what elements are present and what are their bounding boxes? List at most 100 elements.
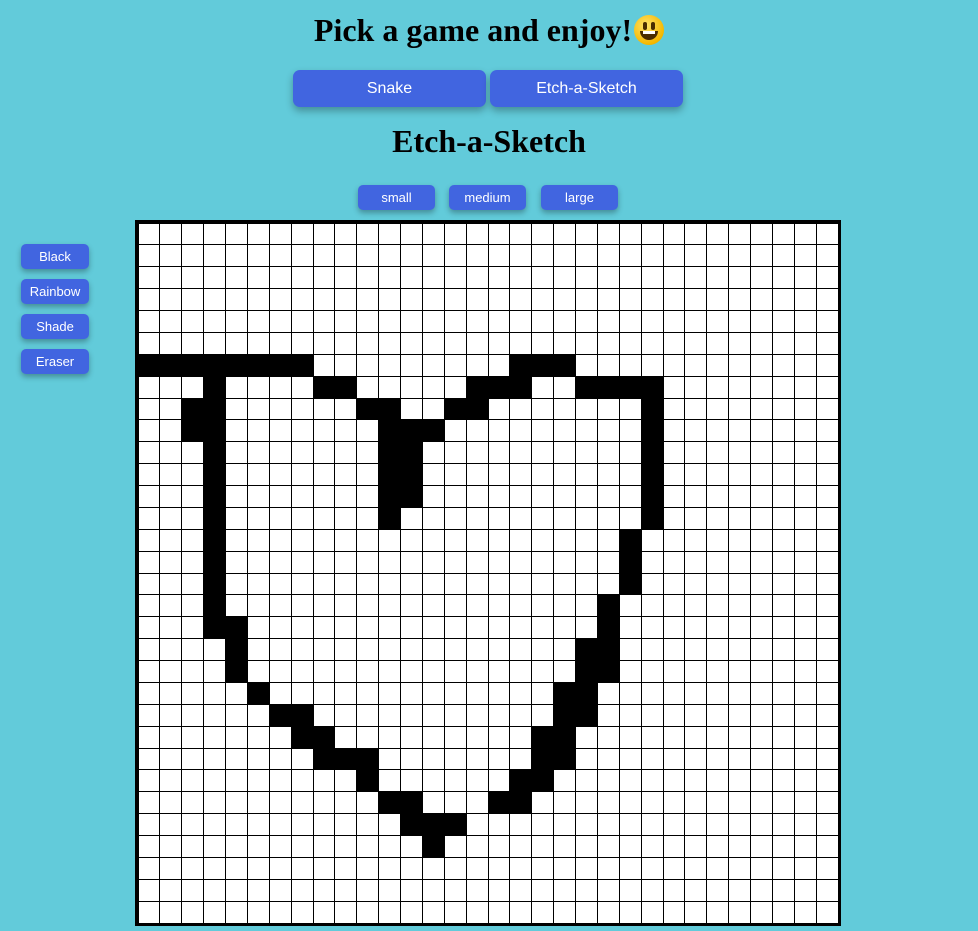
grid-cell[interactable] (662, 485, 686, 508)
grid-cell[interactable] (246, 594, 270, 618)
grid-cell[interactable] (728, 331, 751, 355)
grid-cell[interactable] (203, 331, 226, 355)
grid-cell[interactable] (421, 353, 445, 377)
grid-cell[interactable] (815, 266, 839, 290)
grid-cell[interactable] (400, 616, 423, 640)
grid-cell[interactable] (203, 681, 226, 705)
grid-cell[interactable] (706, 331, 730, 355)
grid-cell[interactable] (706, 222, 730, 246)
grid-cell[interactable] (334, 463, 358, 486)
grid-cell[interactable] (575, 441, 598, 465)
grid-cell[interactable] (553, 528, 576, 552)
grid-cell[interactable] (421, 725, 445, 749)
grid-cell[interactable] (487, 703, 511, 727)
grid-cell[interactable] (684, 681, 708, 705)
grid-cell[interactable] (750, 835, 773, 858)
grid-cell[interactable] (640, 660, 664, 683)
grid-cell[interactable] (771, 572, 795, 596)
grid-cell[interactable] (334, 791, 358, 815)
grid-cell[interactable] (815, 288, 839, 311)
grid-cell[interactable] (706, 266, 730, 290)
grid-cell[interactable] (421, 791, 445, 815)
grid-cell[interactable] (268, 769, 292, 793)
grid-cell[interactable] (159, 660, 183, 683)
grid-cell[interactable] (771, 681, 795, 705)
grid-cell[interactable] (181, 856, 205, 880)
grid-cell[interactable] (290, 331, 314, 355)
grid-cell[interactable] (290, 310, 314, 333)
grid-cell[interactable] (662, 594, 686, 618)
grid-cell[interactable] (706, 485, 730, 508)
grid-cell[interactable] (400, 681, 423, 705)
grid-cell[interactable] (421, 900, 445, 924)
grid-cell[interactable] (793, 856, 817, 880)
grid-cell[interactable] (421, 485, 445, 508)
grid-cell[interactable] (815, 725, 839, 749)
grid-cell[interactable] (246, 835, 270, 858)
grid-cell[interactable] (137, 747, 161, 771)
grid-cell[interactable] (159, 856, 183, 880)
grid-cell[interactable] (421, 222, 445, 246)
grid-cell[interactable] (137, 769, 161, 793)
grid-cell[interactable] (443, 419, 467, 443)
grid-cell[interactable] (443, 310, 467, 333)
grid-cell[interactable] (465, 331, 489, 355)
grid-cell[interactable] (378, 856, 401, 880)
grid-cell[interactable] (771, 397, 795, 421)
grid-cell[interactable] (159, 681, 183, 705)
grid-cell[interactable] (137, 353, 161, 377)
grid-cell[interactable] (334, 769, 358, 793)
grid-cell[interactable] (793, 310, 817, 333)
grid-cell[interactable] (771, 222, 795, 246)
grid-cell[interactable] (443, 506, 467, 530)
grid-cell[interactable] (662, 791, 686, 815)
grid-cell[interactable] (290, 703, 314, 727)
grid-cell[interactable] (575, 616, 598, 640)
grid-cell[interactable] (268, 266, 292, 290)
grid-cell[interactable] (159, 506, 183, 530)
grid-cell[interactable] (618, 375, 642, 399)
grid-cell[interactable] (509, 572, 533, 596)
grid-cell[interactable] (312, 266, 336, 290)
grid-cell[interactable] (312, 441, 336, 465)
grid-cell[interactable] (443, 616, 467, 640)
grid-cell[interactable] (618, 550, 642, 574)
grid-cell[interactable] (443, 397, 467, 421)
grid-cell[interactable] (531, 681, 555, 705)
grid-cell[interactable] (203, 266, 226, 290)
grid-cell[interactable] (400, 506, 423, 530)
grid-cell[interactable] (487, 397, 511, 421)
grid-cell[interactable] (596, 266, 620, 290)
grid-cell[interactable] (421, 660, 445, 683)
grid-cell[interactable] (815, 506, 839, 530)
grid-cell[interactable] (334, 528, 358, 552)
grid-cell[interactable] (793, 288, 817, 311)
grid-cell[interactable] (137, 375, 161, 399)
grid-cell[interactable] (793, 222, 817, 246)
grid-cell[interactable] (378, 375, 401, 399)
grid-cell[interactable] (771, 441, 795, 465)
grid-cell[interactable] (706, 244, 730, 268)
grid-cell[interactable] (575, 375, 598, 399)
grid-cell[interactable] (225, 594, 248, 618)
grid-cell[interactable] (268, 703, 292, 727)
grid-cell[interactable] (378, 638, 401, 661)
grid-cell[interactable] (181, 331, 205, 355)
grid-cell[interactable] (575, 747, 598, 771)
grid-cell[interactable] (400, 463, 423, 486)
grid-cell[interactable] (640, 594, 664, 618)
grid-cell[interactable] (378, 266, 401, 290)
grid-cell[interactable] (225, 747, 248, 771)
grid-cell[interactable] (268, 572, 292, 596)
grid-cell[interactable] (684, 791, 708, 815)
grid-cell[interactable] (487, 878, 511, 902)
grid-cell[interactable] (137, 594, 161, 618)
grid-cell[interactable] (750, 441, 773, 465)
grid-cell[interactable] (793, 331, 817, 355)
grid-cell[interactable] (575, 594, 598, 618)
grid-cell[interactable] (443, 813, 467, 836)
grid-cell[interactable] (290, 419, 314, 443)
grid-cell[interactable] (225, 353, 248, 377)
grid-cell[interactable] (553, 397, 576, 421)
grid-cell[interactable] (662, 616, 686, 640)
